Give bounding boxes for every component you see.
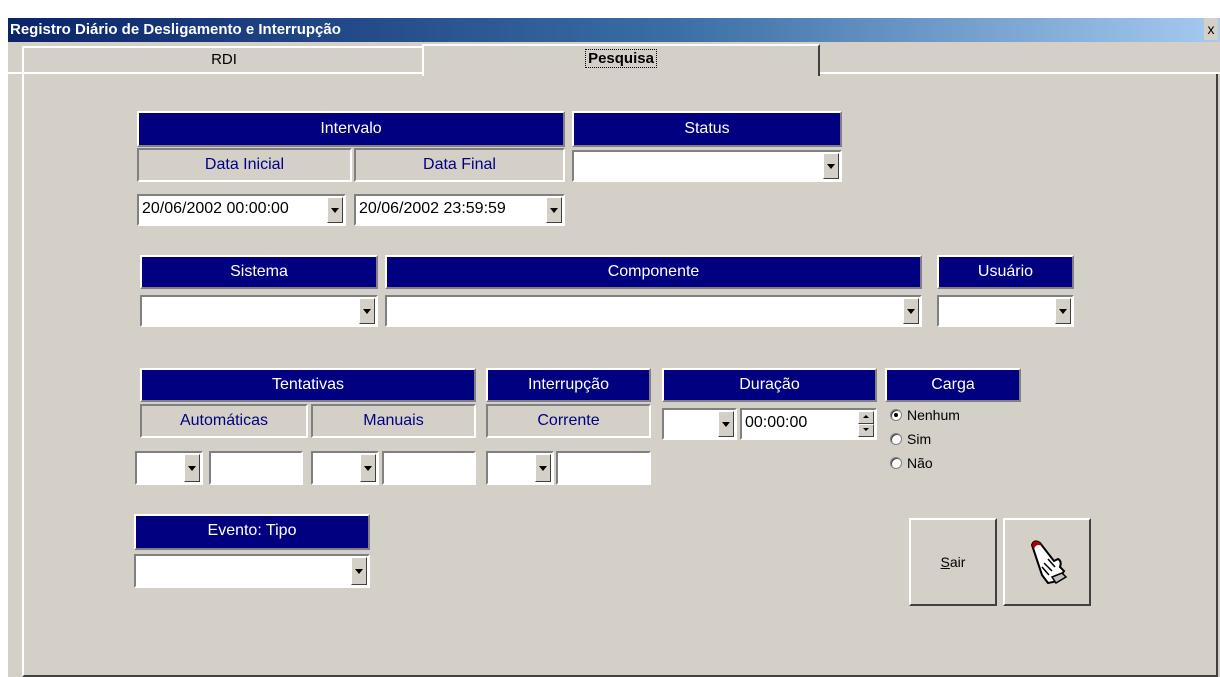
data-inicial-label: Data Inicial (137, 148, 352, 182)
duracao-time-value: 00:00:00 (745, 414, 808, 431)
radio-checked-icon (890, 409, 902, 421)
search-panel: Intervalo Data Inicial Data Final 20/06/… (22, 74, 1218, 677)
interrupcao-header: Interrupção (486, 368, 651, 402)
chevron-down-icon[interactable] (360, 454, 376, 482)
automaticas-input[interactable] (209, 451, 303, 485)
chevron-down-icon[interactable] (903, 298, 919, 324)
corrente-label: Corrente (486, 404, 651, 438)
evento-header: Evento: Tipo (134, 514, 370, 550)
carga-option-label: Nenhum (907, 407, 960, 423)
chevron-down-icon[interactable] (546, 197, 562, 223)
close-icon[interactable]: x (1204, 18, 1218, 40)
window-titlebar: Registro Diário de Desligamento e Interr… (8, 18, 1220, 42)
sistema-header: Sistema (140, 255, 378, 289)
chevron-down-icon[interactable] (823, 153, 839, 179)
hand-pointer-icon (1030, 540, 1068, 585)
chevron-down-icon[interactable] (351, 557, 367, 585)
evento-select[interactable] (134, 554, 370, 588)
status-select[interactable] (572, 150, 842, 182)
data-inicial-value: 20/06/2002 00:00:00 (142, 200, 289, 217)
usuario-select[interactable] (937, 295, 1074, 327)
usuario-header: Usuário (937, 255, 1074, 289)
chevron-down-icon[interactable] (718, 411, 734, 437)
automaticas-label: Automáticas (140, 404, 308, 438)
duracao-select[interactable] (662, 408, 737, 440)
corrente-input[interactable] (556, 451, 651, 485)
componente-header: Componente (385, 255, 922, 289)
data-final-value: 20/06/2002 23:59:59 (359, 200, 506, 217)
data-final-label: Data Final (354, 148, 565, 182)
tentativas-header: Tentativas (140, 368, 476, 402)
chevron-down-icon[interactable] (359, 298, 375, 324)
search-button[interactable] (1003, 518, 1091, 606)
intervalo-header: Intervalo (137, 111, 565, 147)
radio-unchecked-icon (890, 457, 902, 469)
chevron-down-icon[interactable] (535, 454, 551, 482)
automaticas-select[interactable] (135, 451, 203, 485)
sair-label: air (949, 554, 966, 570)
carga-option-label: Não (907, 455, 933, 471)
chevron-down-icon[interactable] (1055, 298, 1071, 324)
chevron-down-icon[interactable] (184, 454, 200, 482)
componente-select[interactable] (385, 295, 922, 327)
spin-up-icon[interactable] (858, 411, 874, 424)
sistema-select[interactable] (140, 295, 378, 327)
spin-down-icon[interactable] (858, 424, 874, 437)
carga-radio-sim[interactable]: Sim (890, 430, 931, 448)
time-spinner[interactable] (858, 411, 874, 437)
window-body: RDI Pesquisa Intervalo Data Inicial Data… (8, 42, 1220, 677)
carga-option-label: Sim (907, 431, 932, 447)
duracao-header: Duração (662, 368, 877, 402)
carga-header: Carga (885, 368, 1021, 402)
tab-pesquisa-label: Pesquisa (585, 49, 657, 68)
data-final-picker[interactable]: 20/06/2002 23:59:59 (354, 194, 565, 226)
duracao-time-input[interactable]: 00:00:00 (740, 408, 877, 440)
manuais-input[interactable] (382, 451, 476, 485)
carga-radio-nao[interactable]: Não (890, 454, 933, 472)
sair-button[interactable]: Sair (909, 518, 997, 606)
data-inicial-picker[interactable]: 20/06/2002 00:00:00 (137, 194, 346, 226)
manuais-select[interactable] (311, 451, 379, 485)
chevron-down-icon[interactable] (327, 197, 343, 223)
tab-rdi[interactable]: RDI (22, 46, 426, 74)
window-title: Registro Diário de Desligamento e Interr… (10, 21, 341, 38)
corrente-select[interactable] (486, 451, 554, 485)
carga-radio-nenhum[interactable]: Nenhum (890, 406, 960, 424)
manuais-label: Manuais (311, 404, 476, 438)
tab-pesquisa[interactable]: Pesquisa (422, 44, 820, 76)
radio-unchecked-icon (890, 433, 902, 445)
status-header: Status (572, 111, 842, 147)
sair-mnemonic: S (940, 554, 950, 570)
